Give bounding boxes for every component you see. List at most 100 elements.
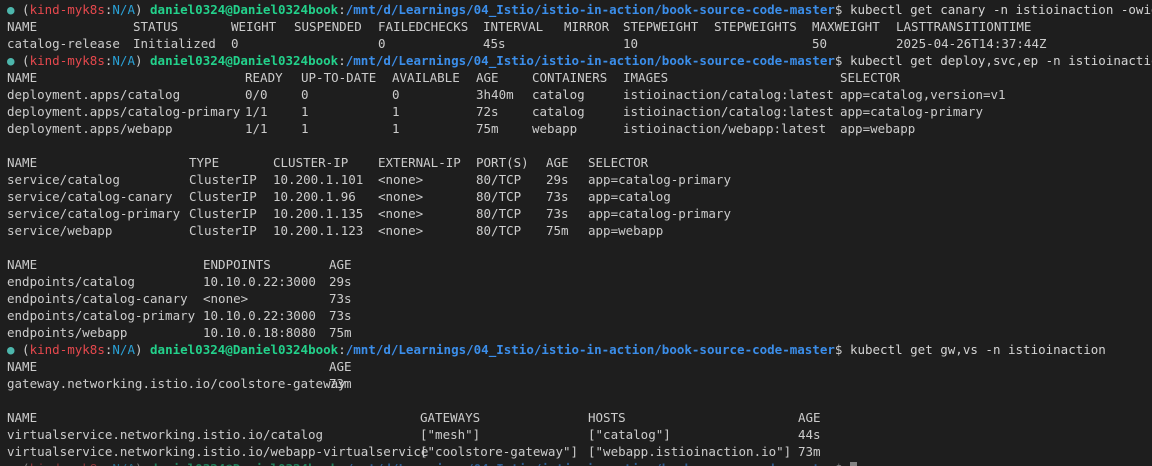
- table-cell: 0: [301, 87, 309, 102]
- table-cell: <none>: [378, 172, 424, 187]
- command-text: kubectl get deploy,svc,ep -n istioinacti…: [849, 53, 1152, 68]
- table-cell: service/webapp: [7, 223, 113, 238]
- table-cell: app=webapp: [840, 121, 916, 136]
- table-cell: webapp: [532, 121, 578, 136]
- terminal-window[interactable]: ● (kind-myk8s:N/A) daniel0324@Daniel0324…: [0, 0, 1152, 466]
- table-cell: 1: [301, 104, 309, 119]
- table-cell: 44s: [798, 427, 821, 442]
- table-cell: endpoints/catalog-canary: [7, 291, 188, 306]
- table-cell: 73m: [798, 444, 821, 459]
- table-cell: 10: [623, 36, 639, 51]
- prompt-path: /mnt/d/Learnings/04_Istio/istio-in-actio…: [345, 342, 835, 357]
- table-cell: 73s: [329, 291, 352, 306]
- prompt-line: ● (kind-myk8s: N/A) daniel0324@Daniel0324…: [7, 1, 1152, 18]
- prompt-path: /mnt/d/Learnings/04_Istio/istio-in-actio…: [346, 461, 835, 466]
- prompt-namespace: N/A: [112, 342, 135, 357]
- table-cell: 45s: [483, 36, 506, 51]
- column-header: AVAILABLE: [392, 70, 460, 85]
- prompt-dollar: $: [834, 342, 850, 357]
- prompt-colon: :: [338, 53, 346, 68]
- table-cell: deployment.apps/webapp: [7, 121, 173, 136]
- table-cell: ["coolstore-gateway"]: [420, 444, 579, 459]
- prompt-paren-open: (: [14, 342, 30, 357]
- table-cell: <none>: [378, 189, 424, 204]
- prompt-user-host: daniel0324@Daniel0324book: [150, 2, 339, 17]
- column-header: STEPWEIGHT: [623, 19, 699, 34]
- table-cell: 0: [231, 36, 239, 51]
- table-cell: 73s: [546, 206, 569, 221]
- table-cell: endpoints/webapp: [7, 325, 128, 340]
- table-cell: virtualservice.networking.istio.io/catal…: [7, 427, 324, 442]
- table-cell: <none>: [203, 291, 249, 306]
- table-cell: istioinaction/catalog:latest: [623, 104, 834, 119]
- column-header: TYPE: [189, 155, 220, 170]
- cursor-block[interactable]: [849, 462, 857, 466]
- prompt-colon: :: [338, 461, 346, 466]
- table-cell: 0/0: [245, 87, 268, 102]
- table-cell: 73m: [329, 376, 352, 391]
- column-header: ENDPOINTS: [203, 257, 271, 272]
- table-cell: gateway.networking.istio.io/coolstore-ga…: [7, 376, 346, 391]
- table-cell: 2025-04-26T14:37:44Z: [896, 36, 1047, 51]
- column-header: SELECTOR: [588, 155, 649, 170]
- prompt-colon: :: [338, 342, 346, 357]
- table-cell: service/catalog: [7, 172, 120, 187]
- prompt-status-icon: ●: [7, 342, 15, 357]
- table-cell: catalog-release: [7, 36, 120, 51]
- column-header: FAILEDCHECKS: [378, 19, 469, 34]
- table-cell: deployment.apps/catalog: [7, 87, 181, 102]
- table-cell: 73s: [546, 189, 569, 204]
- column-header: MIRROR: [564, 19, 610, 34]
- table-cell: app=catalog-primary: [840, 104, 983, 119]
- table-cell: ClusterIP: [189, 189, 257, 204]
- column-header: CONTAINERS: [532, 70, 608, 85]
- table-cell: 0: [378, 36, 386, 51]
- column-header: NAME: [7, 155, 38, 170]
- column-header: STEPWEIGHTS: [714, 19, 797, 34]
- table-cell: 29s: [329, 274, 352, 289]
- column-header: HOSTS: [588, 410, 626, 425]
- column-header: NAME: [7, 359, 38, 374]
- table-cell: deployment.apps/catalog-primary: [7, 104, 241, 119]
- table-cell: app=catalog-primary: [588, 172, 731, 187]
- column-header: PORT(S): [476, 155, 529, 170]
- prompt-context: kind-myk8s: [29, 342, 105, 357]
- table-cell: ["catalog"]: [588, 427, 671, 442]
- prompt-status-icon: ●: [7, 53, 15, 68]
- table-cell: virtualservice.networking.istio.io/webap…: [7, 444, 429, 459]
- table-cell: 80/TCP: [476, 223, 522, 238]
- prompt-user-host: daniel0324@Daniel0324book: [150, 461, 338, 466]
- table-cell: 75m: [476, 121, 499, 136]
- column-header: IMAGES: [623, 70, 669, 85]
- table-cell: ClusterIP: [189, 223, 257, 238]
- table-cell: 10.200.1.123: [273, 223, 364, 238]
- prompt-paren-close: ): [134, 342, 151, 357]
- table-cell: 75m: [546, 223, 569, 238]
- prompt-namespace: N/A: [112, 53, 135, 68]
- table-cell: catalog: [532, 87, 585, 102]
- table-cell: istioinaction/webapp:latest: [623, 121, 827, 136]
- prompt-namespace: N/A: [112, 461, 135, 466]
- prompt-line: ● (kind-myk8s: N/A) daniel0324@Daniel0324…: [7, 341, 1106, 358]
- prompt-context: kind-myk8s: [29, 53, 105, 68]
- prompt-dollar: $: [835, 461, 850, 466]
- prompt-paren-close: ): [135, 461, 150, 466]
- column-header: SELECTOR: [840, 70, 901, 85]
- prompt-dollar: $: [834, 53, 850, 68]
- table-cell: 10.10.0.18:8080: [203, 325, 316, 340]
- table-cell: 1/1: [245, 104, 268, 119]
- prompt-line: ● (kind-myk8s: N/A) daniel0324@Daniel0324…: [7, 460, 857, 466]
- column-header: AGE: [546, 155, 569, 170]
- command-text: kubectl get gw,vs -n istioinaction: [849, 342, 1106, 357]
- table-cell: ClusterIP: [189, 206, 257, 221]
- prompt-context: kind-myk8s: [29, 2, 105, 17]
- table-cell: ["webapp.istioinaction.io"]: [588, 444, 792, 459]
- table-cell: Initialized: [133, 36, 216, 51]
- column-header: INTERVAL: [483, 19, 544, 34]
- column-header: NAME: [7, 257, 38, 272]
- prompt-context: kind-myk8s: [30, 461, 105, 466]
- table-cell: 80/TCP: [476, 206, 522, 221]
- prompt-paren-open: (: [14, 53, 30, 68]
- table-cell: 50: [812, 36, 828, 51]
- column-header: CLUSTER-IP: [273, 155, 349, 170]
